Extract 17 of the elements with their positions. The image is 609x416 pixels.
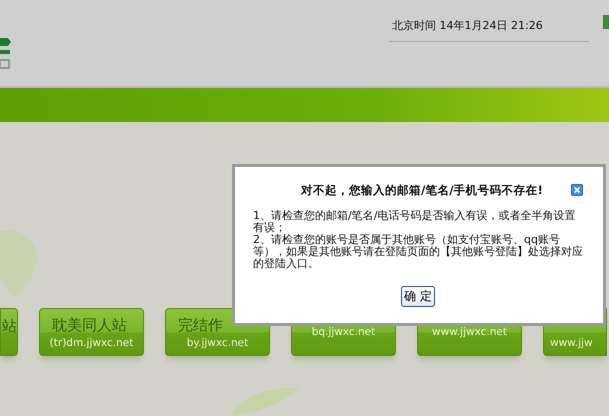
beijing-time-text: 北京时间 14年1月24日 21:26 [391,19,543,32]
site-title: 站 [2,317,17,336]
dialog-message: 2、请检查您的账号是否属于其他账号（如支付宝账号、qq账号等），如果是其他账号请在登陆页面的【其他账号登陆】处选择对应的登陆入口。 [253,234,583,270]
site-link-tile[interactable]: 耽美同人站 (tr)dm.jjwxc.net [39,308,144,356]
site-url: (tr)dm.jjwxc.net [50,336,134,348]
leaf-drawing [230,386,300,416]
site-link-tile[interactable]: 站 [0,308,18,356]
dialog-title: 对不起，您输入的邮箱/笔名/手机号码不存在! [301,183,543,198]
site-url: by.jjwxc.net [186,336,248,348]
site-title: 耽美同人站 [51,316,127,334]
site-title: 完结作 [177,316,223,334]
site-url: bq.jjwxc.net [312,326,376,338]
site-url: www.jjw [550,337,593,349]
site-url: www.jjwxc.net [432,326,507,338]
dialog-message: 1、请检查您的邮箱/笔名/电话号码是否输入有误，或者全半角设置有误； [253,210,576,234]
close-icon[interactable] [571,184,583,196]
confirm-button[interactable]: 确 定 [401,286,435,307]
